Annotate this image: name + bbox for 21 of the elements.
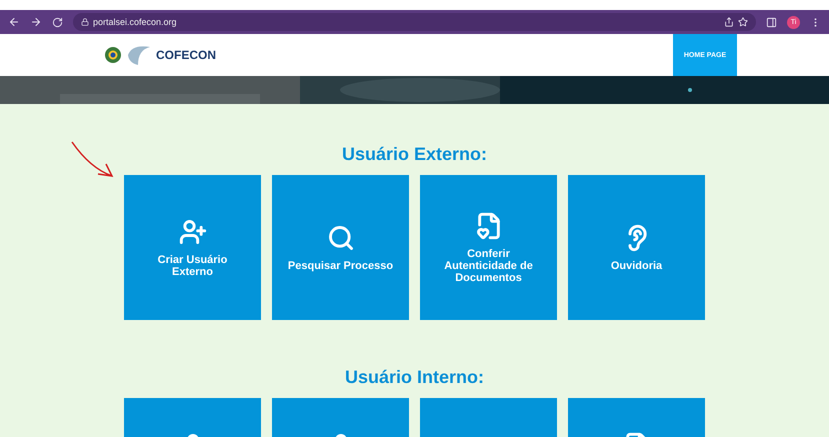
user-plus-icon <box>178 218 206 246</box>
lock-icon <box>81 18 89 26</box>
section-title: Usuário Interno: <box>344 367 484 388</box>
back-icon[interactable] <box>8 16 20 28</box>
address-bar[interactable]: portalsei.cofecon.org <box>73 13 756 31</box>
star-icon[interactable] <box>738 17 748 27</box>
menu-tile[interactable]: Pesquisar Processo <box>272 175 409 320</box>
menu-tile[interactable]: Ouvidoria <box>568 175 705 320</box>
logo-icon <box>126 44 152 66</box>
search-icon <box>326 224 354 252</box>
menu-tile[interactable]: Conferir Autenticidade de Documentos <box>420 175 557 320</box>
forward-icon[interactable] <box>30 16 42 28</box>
document-icon <box>474 212 502 240</box>
logo-text: COFECON <box>156 48 216 62</box>
emblem-icon <box>104 46 122 64</box>
url-text: portalsei.cofecon.org <box>93 17 177 27</box>
share-icon[interactable] <box>724 17 734 27</box>
reload-icon[interactable] <box>52 16 63 28</box>
section-title: Usuário Externo: <box>342 144 488 165</box>
menu-tile[interactable]: Criar Usuário Externo <box>124 175 261 320</box>
sidebar-icon[interactable] <box>766 16 777 28</box>
